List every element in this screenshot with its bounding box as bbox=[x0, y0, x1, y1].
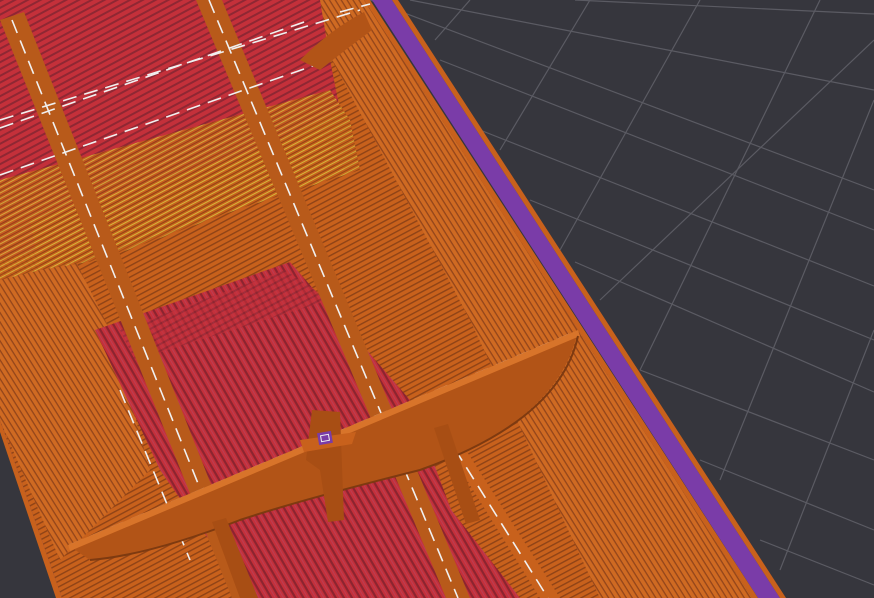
gcode-preview-viewport[interactable] bbox=[0, 0, 874, 598]
